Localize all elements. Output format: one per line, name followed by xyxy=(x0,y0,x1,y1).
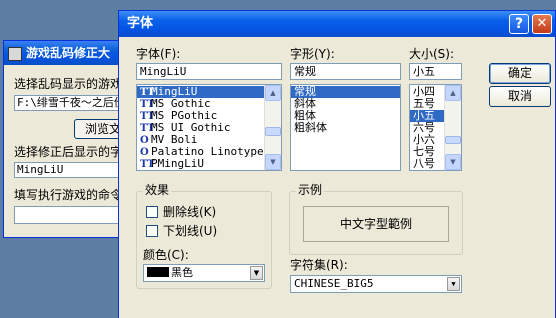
command-field[interactable] xyxy=(14,206,132,224)
strikeout-option[interactable]: 删除线(K) xyxy=(146,206,216,219)
font-list-scrollbar[interactable]: ▲ ▼ xyxy=(264,85,281,170)
background-window-titlebar[interactable]: 游戏乱码修正大 xyxy=(4,41,126,65)
font-dialog-title: 字体 xyxy=(127,16,154,31)
scroll-down-arrow-icon[interactable]: ▼ xyxy=(265,154,281,170)
font-name-input[interactable]: MingLiU xyxy=(136,63,282,80)
background-window-title: 游戏乱码修正大 xyxy=(26,46,111,60)
close-button[interactable]: ✕ xyxy=(532,14,552,34)
style-input[interactable]: 常规 xyxy=(290,63,401,80)
app-icon xyxy=(8,46,22,61)
list-item-label: PMingLiU xyxy=(151,157,204,170)
underline-checkbox[interactable] xyxy=(146,225,158,237)
color-swatch xyxy=(147,267,169,277)
font-label: 字体(F): xyxy=(136,47,181,61)
underline-label: 下划线(U) xyxy=(163,224,218,238)
game-path-label: 选择乱码显示的游戏 xyxy=(14,77,123,91)
font-select-label: 选择修正后显示的字 xyxy=(14,145,123,159)
game-path-field[interactable]: F:\绯雪千夜～之后份 xyxy=(14,95,132,111)
charset-dropdown-arrow-icon[interactable]: ▼ xyxy=(447,277,460,291)
list-item-label: 粗斜体 xyxy=(294,121,327,134)
close-icon: ✕ xyxy=(536,16,548,31)
size-scroll-thumb[interactable] xyxy=(445,136,461,144)
size-list[interactable]: 小四 五号 小五 六号 小六 七号 八号 ▲ ▼ xyxy=(409,84,462,171)
background-window: 游戏乱码修正大 选择乱码显示的游戏 F:\绯雪千夜～之后份 浏览文件 选择修正后… xyxy=(3,40,144,238)
command-label: 填写执行游戏的命令 xyxy=(14,188,123,202)
color-value: 黑色 xyxy=(171,266,193,279)
size-label: 大小(S): xyxy=(409,47,455,61)
sample-preview: 中文字型範例 xyxy=(303,206,449,242)
help-button[interactable]: ? xyxy=(509,14,529,34)
charset-select[interactable]: CHINESE_BIG5 ▼ xyxy=(290,275,462,293)
size-scroll-up-arrow-icon[interactable]: ▲ xyxy=(445,85,461,101)
charset-label: 字符集(R): xyxy=(290,258,348,272)
size-input[interactable]: 小五 xyxy=(409,63,462,80)
charset-value: CHINESE_BIG5 xyxy=(294,277,374,290)
strikeout-checkbox[interactable] xyxy=(146,206,158,218)
list-item[interactable]: TTPMingLiU xyxy=(137,157,281,171)
cancel-button[interactable]: 取消 xyxy=(489,86,551,107)
truetype-font-icon: TT xyxy=(140,159,155,170)
color-dropdown-arrow-icon[interactable]: ▼ xyxy=(250,266,263,280)
strikeout-label: 删除线(K) xyxy=(163,205,217,219)
scroll-thumb[interactable] xyxy=(265,127,281,136)
font-dialog: 字体 ? ✕ 字体(F): MingLiU TTMingLiU TTMS Goth… xyxy=(118,10,556,318)
list-item[interactable]: 粗斜体 xyxy=(291,122,400,134)
size-scroll-down-arrow-icon[interactable]: ▼ xyxy=(445,154,461,170)
style-list[interactable]: 常规 斜体 粗体 粗斜体 xyxy=(290,84,401,171)
list-item-label: 八号 xyxy=(413,157,435,170)
font-field[interactable]: MingLiU xyxy=(14,162,132,178)
sample-label: 示例 xyxy=(296,183,325,197)
ok-button[interactable]: 确定 xyxy=(489,63,551,84)
color-select[interactable]: 黑色 ▼ xyxy=(143,264,265,282)
effects-label: 效果 xyxy=(143,183,172,197)
color-label: 颜色(C): xyxy=(143,248,189,262)
scroll-up-arrow-icon[interactable]: ▲ xyxy=(265,85,281,101)
style-label: 字形(Y): xyxy=(290,47,335,61)
underline-option[interactable]: 下划线(U) xyxy=(146,225,217,238)
font-dialog-titlebar[interactable]: 字体 xyxy=(119,11,555,37)
size-list-scrollbar[interactable]: ▲ ▼ xyxy=(444,85,461,170)
font-list[interactable]: TTMingLiU TTMS Gothic TTMS PGothic TTMS UI … xyxy=(136,84,282,171)
